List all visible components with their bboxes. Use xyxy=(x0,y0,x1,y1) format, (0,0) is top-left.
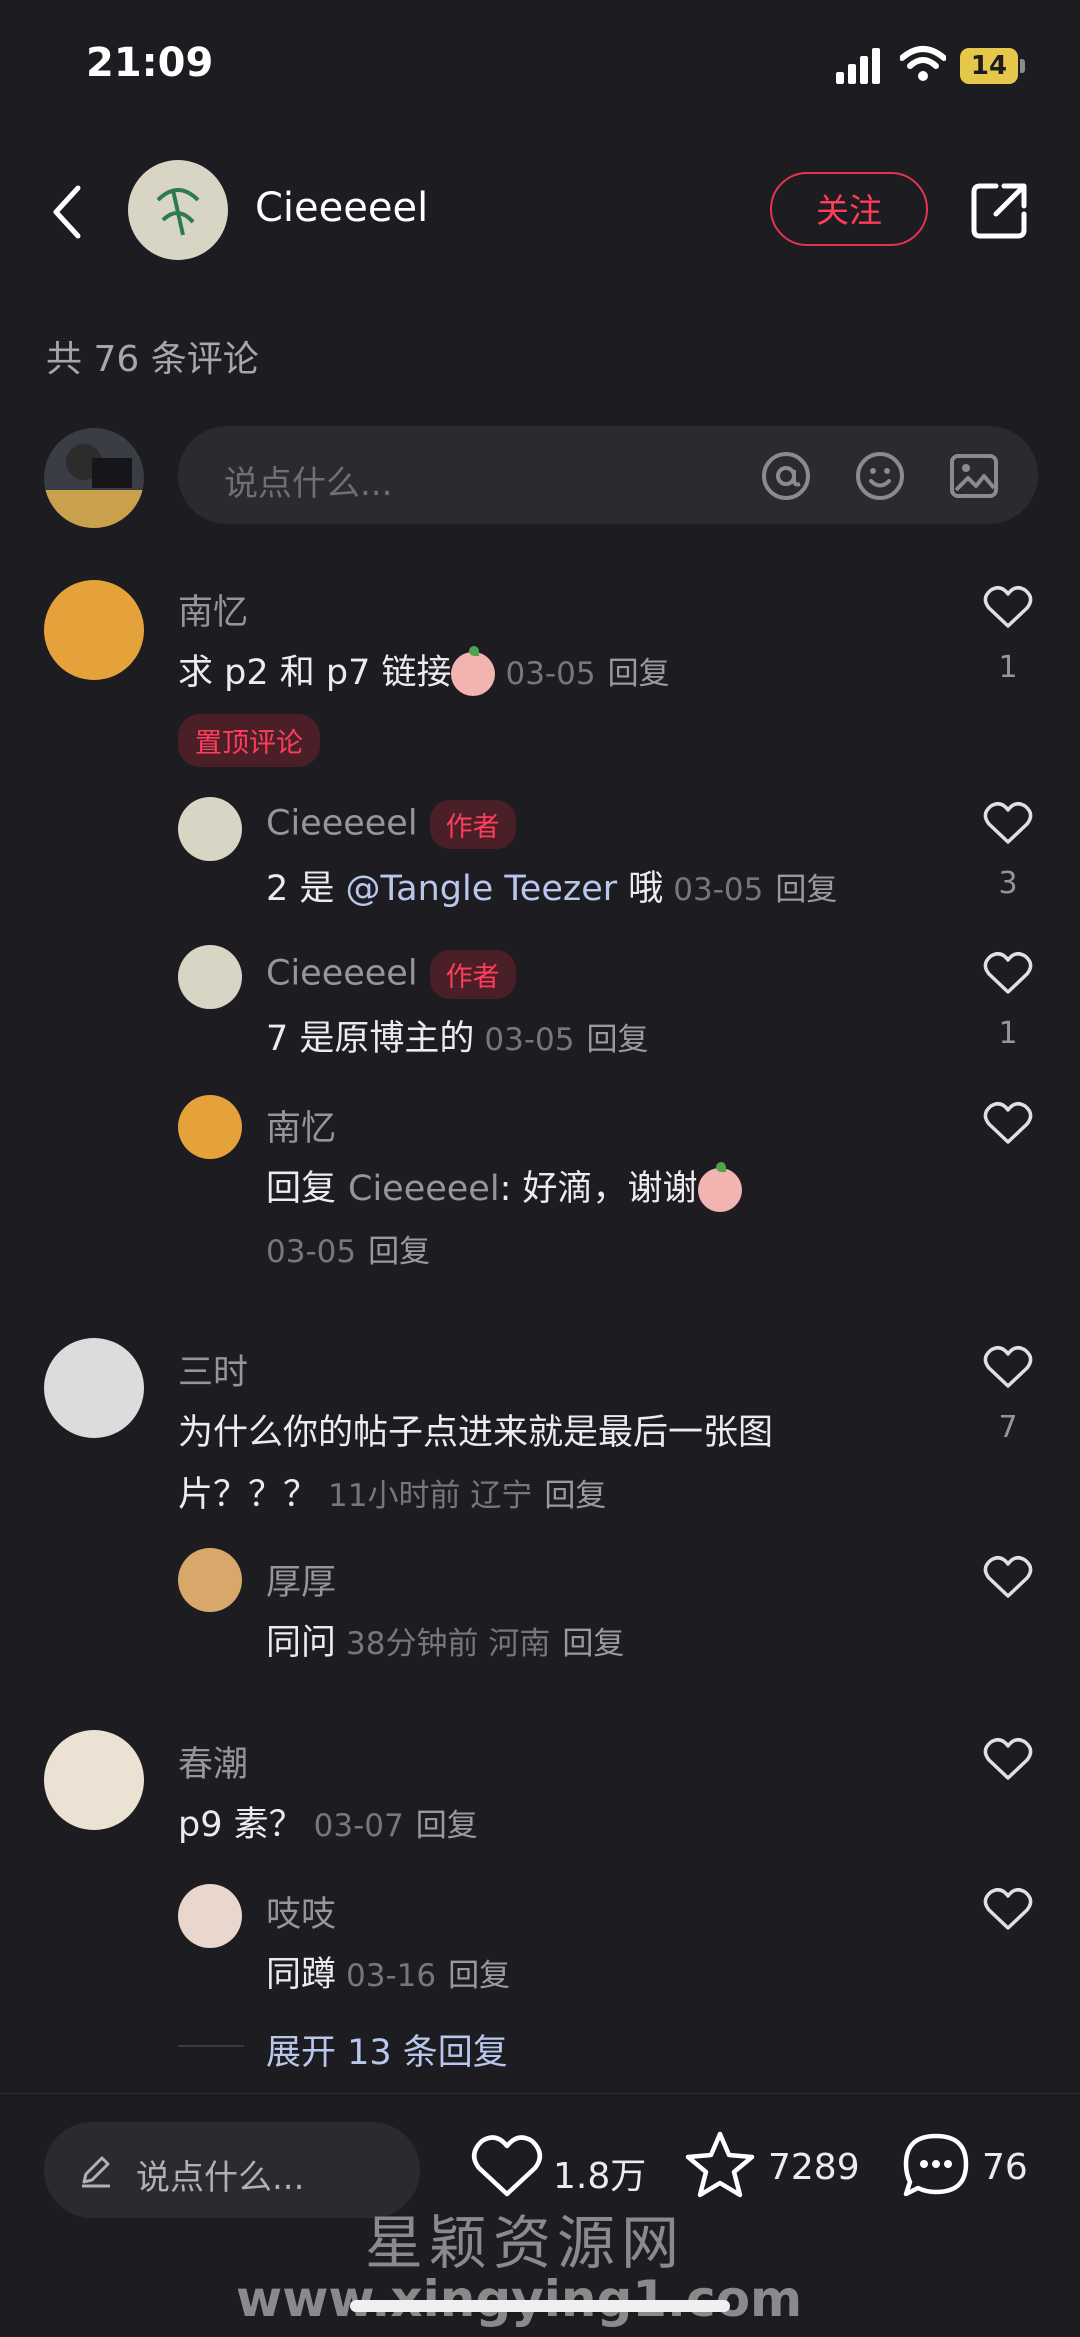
star-icon[interactable] xyxy=(684,2130,756,2200)
commenter-avatar[interactable] xyxy=(44,1338,144,1438)
like-heart-icon[interactable] xyxy=(983,1554,1033,1600)
watermark-url: www.xingying1.com xyxy=(236,2270,803,2328)
reply-link[interactable]: 回复 xyxy=(448,1958,510,1994)
share-icon[interactable] xyxy=(968,180,1030,242)
watermark-title: 星颖资源网 xyxy=(365,2209,686,2277)
expand-replies-link[interactable]: 展开 13 条回复 xyxy=(266,2024,508,2075)
like-count: 1 xyxy=(998,650,1018,685)
reply-link[interactable]: 回复 xyxy=(368,1234,430,1270)
likes-count: 1.8万 xyxy=(553,2156,647,2197)
bottom-input-placeholder: 说点什么... xyxy=(136,2158,305,2198)
my-avatar xyxy=(44,428,144,528)
author-avatar[interactable] xyxy=(128,160,228,260)
follow-button[interactable]: 关注 xyxy=(770,172,928,246)
commenter-avatar[interactable] xyxy=(44,580,144,680)
mention-icon[interactable] xyxy=(760,450,812,502)
reply-link[interactable]: 回复 xyxy=(608,656,670,692)
replier-name[interactable]: Cieeeeel 作者 xyxy=(266,950,516,999)
pinned-badge: 置顶评论 xyxy=(178,714,320,767)
replier-name[interactable]: 厚厚 xyxy=(266,1554,336,1605)
author-badge: 作者 xyxy=(429,800,516,849)
emoji-sticker xyxy=(451,646,496,696)
author-badge: 作者 xyxy=(429,950,516,999)
mention-link[interactable]: @Tangle Teezer xyxy=(346,869,618,909)
comments-total: 76 xyxy=(982,2147,1028,2188)
replier-avatar[interactable] xyxy=(178,945,242,1009)
like-heart-icon[interactable] xyxy=(983,1886,1033,1932)
status-time: 21:09 xyxy=(86,40,214,86)
battery-indicator: 14 xyxy=(960,48,1018,84)
reply-text: 同问 38分钟前 河南 回复 xyxy=(266,1623,625,1663)
reply-text: 回复 Cieeeeel: 好滴，谢谢 xyxy=(266,1160,742,1212)
replier-avatar[interactable] xyxy=(178,1884,242,1948)
reply-meta: 03-05 回复 xyxy=(266,1234,431,1270)
like-heart-icon[interactable] xyxy=(983,800,1033,846)
pencil-icon xyxy=(82,2156,110,2188)
reply-link[interactable]: 回复 xyxy=(544,1478,606,1514)
reply-text: 7 是原博主的 03-05 回复 xyxy=(266,1019,649,1059)
emoji-sticker xyxy=(697,1162,742,1212)
like-count: 1 xyxy=(998,1016,1018,1051)
comment-input-placeholder: 说点什么... xyxy=(224,464,393,504)
like-count: 7 xyxy=(998,1410,1018,1445)
emoji-icon[interactable] xyxy=(854,450,906,502)
commenter-name[interactable]: 南忆 xyxy=(178,584,248,635)
replier-name[interactable]: Cieeeeel 作者 xyxy=(266,800,516,849)
comment-text: p9 素？ 03-07 回复 xyxy=(178,1805,478,1845)
bottom-divider xyxy=(0,2093,1080,2094)
comment-text: 求 p2 和 p7 链接 03-05 回复 xyxy=(178,644,670,696)
cellular-signal-icon xyxy=(836,46,882,84)
battery-tip xyxy=(1020,59,1025,73)
reply-link[interactable]: 回复 xyxy=(416,1808,478,1844)
expand-divider xyxy=(178,2045,244,2047)
reply-link[interactable]: 回复 xyxy=(587,1022,649,1058)
replier-avatar[interactable] xyxy=(178,797,242,861)
comments-count: 共 76 条评论 xyxy=(46,339,259,380)
comment-input[interactable]: 说点什么... xyxy=(178,426,1038,524)
comment-text: 为什么你的帖子点进来就是最后一张图 xyxy=(178,1413,774,1453)
image-icon[interactable] xyxy=(948,450,1000,502)
back-arrow-icon[interactable] xyxy=(48,182,88,242)
comment-bubble-icon[interactable] xyxy=(900,2130,972,2202)
comment-text-line2: 片？？？ 11小时前 辽宁 回复 xyxy=(178,1475,607,1515)
like-heart-icon[interactable] xyxy=(983,1736,1033,1782)
author-name[interactable]: Cieeeeel xyxy=(255,185,428,231)
commenter-name[interactable]: 春潮 xyxy=(178,1736,248,1787)
reply-to-user[interactable]: Cieeeeel xyxy=(348,1169,500,1209)
replier-name[interactable]: 南忆 xyxy=(266,1100,336,1151)
reply-text: 同蹲 03-16 回复 xyxy=(266,1955,511,1995)
commenter-avatar[interactable] xyxy=(44,1730,144,1830)
favorites-count: 7289 xyxy=(768,2147,860,2188)
bottom-comment-input[interactable]: 说点什么... xyxy=(44,2122,420,2218)
like-heart-icon[interactable] xyxy=(983,950,1033,996)
replier-avatar[interactable] xyxy=(178,1095,242,1159)
reply-link[interactable]: 回复 xyxy=(775,872,837,908)
like-count: 3 xyxy=(998,866,1018,901)
reply-text: 2 是 @Tangle Teezer 哦 03-05 回复 xyxy=(266,869,838,909)
like-heart-icon[interactable] xyxy=(983,584,1033,630)
home-indicator xyxy=(350,2300,730,2312)
reply-link[interactable]: 回复 xyxy=(562,1626,624,1662)
commenter-name[interactable]: 三时 xyxy=(178,1344,248,1395)
replier-avatar[interactable] xyxy=(178,1548,242,1612)
like-heart-icon[interactable] xyxy=(983,1100,1033,1146)
wifi-icon xyxy=(900,46,946,81)
like-heart-icon[interactable] xyxy=(470,2132,544,2200)
replier-name[interactable]: 吱吱 xyxy=(266,1886,336,1937)
like-heart-icon[interactable] xyxy=(983,1344,1033,1390)
